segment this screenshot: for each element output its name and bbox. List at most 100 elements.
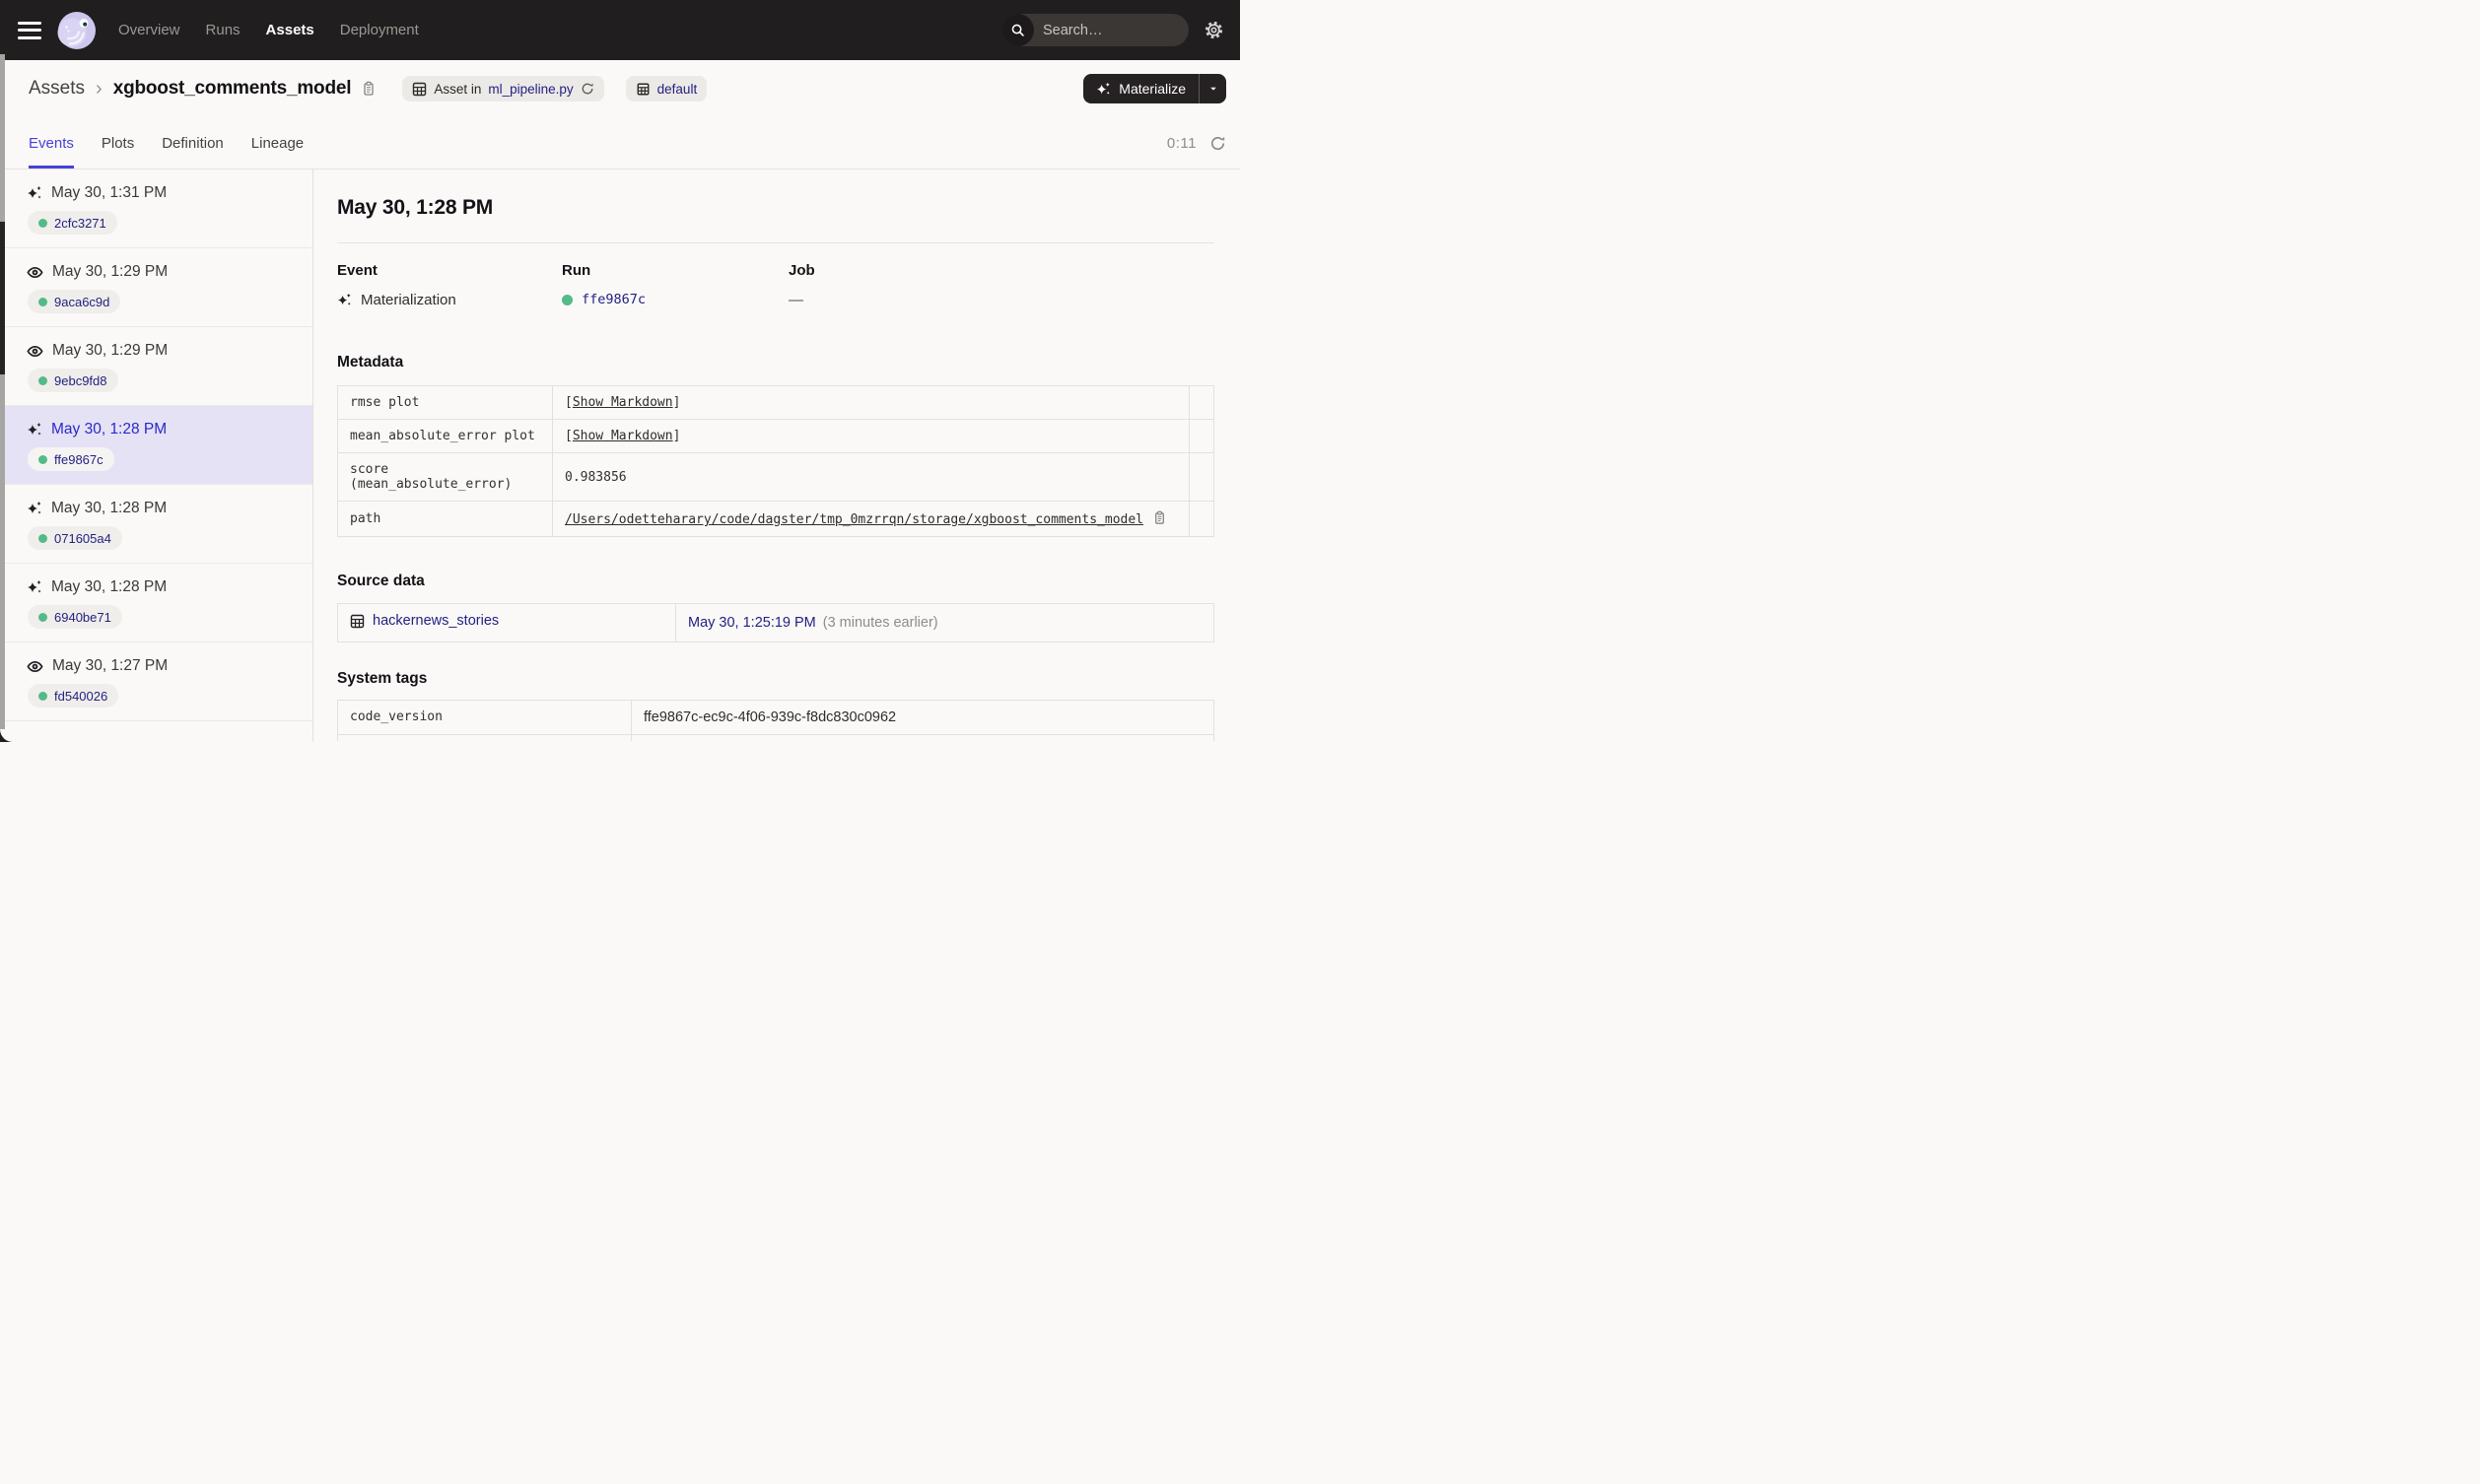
event-list-item[interactable]: May 30, 1:28 PM ffe9867c: [0, 406, 312, 485]
show-markdown-link[interactable]: Show Markdown: [573, 429, 673, 443]
source-data-row: hackernews_stories May 30, 1:25:19 PM (3 m…: [337, 603, 1214, 642]
dagster-logo[interactable]: [57, 11, 97, 50]
metadata-key: rmse plot: [337, 385, 553, 420]
source-timestamp-link[interactable]: May 30, 1:25:19 PM: [688, 615, 816, 631]
sparkle-icon: [1097, 82, 1110, 95]
run-label: Run: [562, 262, 591, 279]
materialization-icon: [27, 422, 42, 438]
repository-icon: [636, 82, 651, 97]
materialize-label: Materialize: [1119, 81, 1186, 97]
event-list-item[interactable]: May 30, 1:27 PM fd540026: [0, 642, 312, 721]
metadata-row: mean_absolute_error plot [Show Markdown]: [337, 419, 1214, 453]
run-id-pill[interactable]: 9ebc9fd8: [28, 369, 118, 392]
materialize-split-button: Materialize: [1083, 74, 1226, 103]
nav-link-deployment[interactable]: Deployment: [340, 22, 419, 38]
event-list-item[interactable]: May 30, 1:28 PM 071605a4: [0, 485, 312, 564]
system-tags-heading: System tags: [337, 669, 428, 687]
event-list: May 30, 1:31 PM 2cfc3271 May 30, 1:29 PM 9a…: [0, 169, 313, 742]
run-id-pill[interactable]: fd540026: [28, 684, 119, 708]
run-id: fd540026: [54, 688, 108, 704]
event-timestamp: May 30, 1:28 PM: [51, 421, 168, 438]
search-icon: [1001, 14, 1034, 46]
global-search[interactable]: /: [1001, 14, 1189, 46]
copy-asset-name-icon[interactable]: [361, 81, 377, 97]
asset-table-icon: [412, 82, 427, 97]
dagster-app-window: Overview Runs Assets Deployment / Assets › …: [0, 0, 1240, 742]
materialize-button[interactable]: Materialize: [1083, 74, 1199, 103]
materialize-dropdown-button[interactable]: [1200, 74, 1226, 103]
refresh-icon[interactable]: [1209, 135, 1226, 152]
primary-nav: Overview Runs Assets Deployment: [118, 22, 419, 38]
metadata-row: rmse plot [Show Markdown]: [337, 385, 1214, 420]
source-data-heading: Source data: [337, 573, 425, 589]
show-markdown-link[interactable]: Show Markdown: [573, 395, 673, 410]
event-timestamp: May 30, 1:27 PM: [52, 657, 169, 674]
path-link[interactable]: /Users/odetteharary/code/dagster/tmp_0mz…: [565, 512, 1143, 527]
metadata-value: 0.983856: [552, 452, 1190, 502]
run-id: ffe9867c: [54, 451, 103, 467]
event-list-item[interactable]: May 30, 1:28 PM 6940be71: [0, 564, 312, 642]
nav-link-runs[interactable]: Runs: [206, 22, 241, 38]
materialization-icon: [27, 579, 42, 595]
run-status-dot: [38, 612, 47, 622]
run-status-dot: [38, 375, 47, 385]
repository-link[interactable]: default: [657, 82, 698, 97]
run-status-dot: [38, 297, 47, 306]
asset-tabs: Events Plots Definition Lineage 0:11: [0, 117, 1240, 169]
tab-events[interactable]: Events: [29, 117, 74, 169]
chevron-down-icon: [1209, 87, 1216, 91]
event-list-item[interactable]: May 30, 1:31 PM 2cfc3271: [0, 169, 312, 248]
source-asset-link[interactable]: hackernews_stories: [350, 613, 499, 629]
run-id: 9ebc9fd8: [54, 372, 107, 388]
breadcrumb-row: Assets › xgboost_comments_model Asset in…: [0, 60, 1240, 117]
metadata-key: score (mean_absolute_error): [337, 452, 553, 502]
materialization-icon: [27, 185, 42, 201]
metadata-key: path: [337, 501, 553, 537]
reload-definitions-icon[interactable]: [581, 82, 594, 96]
nav-link-assets[interactable]: Assets: [266, 22, 314, 38]
run-status-dot: [38, 454, 47, 464]
run-status-dot: [562, 294, 573, 305]
nav-link-overview[interactable]: Overview: [118, 22, 180, 38]
metadata-heading: Metadata: [337, 354, 404, 371]
observation-icon: [27, 343, 43, 360]
breadcrumb-assets-link[interactable]: Assets: [29, 78, 85, 100]
event-detail-panel: May 30, 1:28 PM Event Materialization Ru…: [313, 169, 1240, 742]
event-list-item[interactable]: May 30, 1:29 PM 9aca6c9d: [0, 248, 312, 327]
metadata-row-gutter: [1189, 452, 1214, 502]
tab-plots[interactable]: Plots: [102, 117, 134, 169]
run-id-pill[interactable]: 9aca6c9d: [28, 290, 121, 313]
settings-gear-icon[interactable]: [1204, 20, 1224, 40]
metadata-key: mean_absolute_error plot: [337, 419, 553, 453]
tab-lineage[interactable]: Lineage: [251, 117, 304, 169]
run-id-pill[interactable]: ffe9867c: [28, 447, 114, 471]
run-id-pill[interactable]: 2cfc3271: [28, 211, 117, 235]
search-input[interactable]: [1034, 22, 1189, 38]
tab-definition[interactable]: Definition: [162, 117, 224, 169]
copy-path-icon[interactable]: [1152, 510, 1167, 525]
event-list-item[interactable]: May 30, 1:29 PM 9ebc9fd8: [0, 327, 312, 406]
metadata-row: score (mean_absolute_error) 0.983856: [337, 452, 1214, 502]
metadata-value: /Users/odetteharary/code/dagster/tmp_0mz…: [552, 501, 1190, 537]
observation-icon: [27, 658, 43, 675]
run-id-pill[interactable]: 071605a4: [28, 526, 122, 550]
system-tags-table: code_version ffe9867c-ec9c-4f06-939c-f8dc…: [337, 699, 1214, 741]
top-nav: Overview Runs Assets Deployment /: [0, 0, 1240, 60]
breadcrumb-separator: ›: [96, 77, 103, 100]
code-file-link[interactable]: ml_pipeline.py: [488, 82, 573, 97]
event-type-value: Materialization: [361, 292, 456, 308]
job-label: Job: [789, 262, 815, 279]
run-id-pill[interactable]: 6940be71: [28, 605, 122, 629]
metadata-value: [Show Markdown]: [552, 419, 1190, 453]
source-data-table: hackernews_stories May 30, 1:25:19 PM (3 m…: [337, 603, 1214, 642]
materialization-icon: [337, 293, 351, 305]
materialization-icon: [27, 501, 42, 516]
run-id: 6940be71: [54, 609, 111, 625]
job-value: —: [789, 292, 803, 308]
event-timestamp: May 30, 1:28 PM: [51, 578, 168, 595]
event-timestamp: May 30, 1:29 PM: [52, 342, 169, 359]
observation-icon: [27, 264, 43, 281]
run-link[interactable]: ffe9867c: [582, 292, 646, 307]
hamburger-menu-icon[interactable]: [18, 21, 41, 39]
window-edge-strip: [0, 54, 5, 742]
